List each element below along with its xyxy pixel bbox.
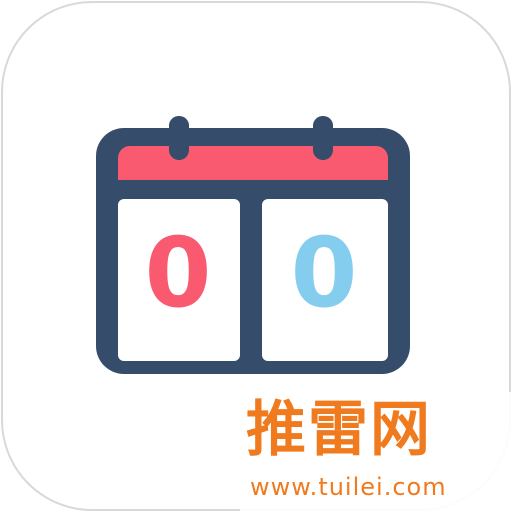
screenshot-canvas: 0 0 推雷网 www.tuilei.com — [0, 0, 512, 512]
calendar-header — [118, 146, 388, 180]
watermark-title: 推雷网 — [246, 395, 432, 465]
right-score-digit: 0 — [291, 217, 358, 329]
left-score-digit: 0 — [145, 217, 212, 329]
watermark: 推雷网 www.tuilei.com — [240, 392, 512, 512]
watermark-url: www.tuilei.com — [250, 473, 447, 501]
